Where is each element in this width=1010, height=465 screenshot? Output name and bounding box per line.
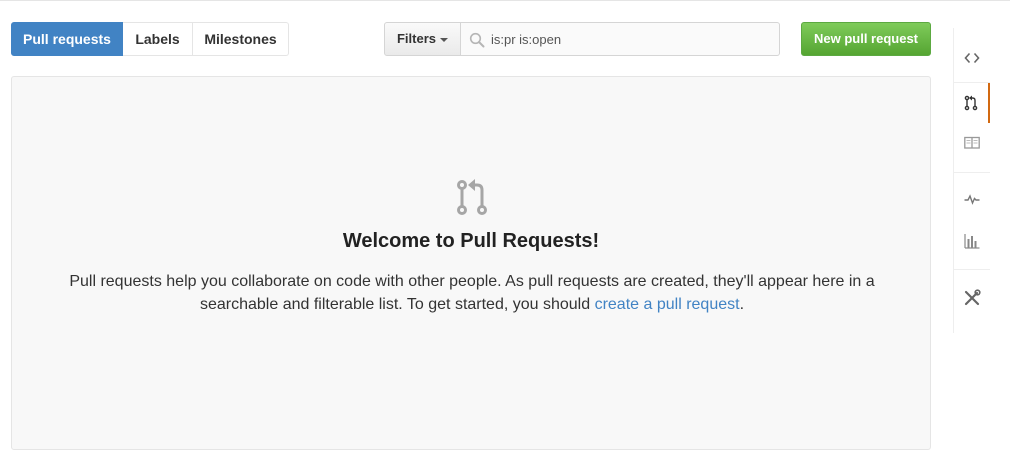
sidebar-item-settings[interactable] bbox=[954, 278, 990, 318]
filters-button[interactable]: Filters bbox=[384, 22, 461, 56]
filter-bar: Filters bbox=[384, 22, 821, 56]
git-pull-request-icon bbox=[457, 179, 487, 215]
caret-down-icon bbox=[440, 37, 448, 42]
search-icon bbox=[469, 32, 485, 48]
tab-pull-requests[interactable]: Pull requests bbox=[11, 22, 123, 56]
sidebar-item-pull-requests[interactable] bbox=[954, 83, 990, 123]
blankslate-description: Pull requests help you collaborate on co… bbox=[62, 270, 882, 316]
tools-icon bbox=[964, 289, 981, 306]
blankslate: Welcome to Pull Requests! Pull requests … bbox=[11, 76, 931, 450]
blankslate-title: Welcome to Pull Requests! bbox=[342, 230, 600, 252]
sidebar-divider bbox=[954, 269, 990, 270]
repo-sidebar-nav bbox=[953, 28, 990, 333]
subnav-tabs: Pull requests Labels Milestones bbox=[11, 22, 289, 56]
search-input[interactable] bbox=[491, 23, 821, 55]
blankslate-text: Pull requests help you collaborate on co… bbox=[69, 273, 875, 313]
top-divider bbox=[0, 0, 1010, 1]
sidebar-item-pulse[interactable] bbox=[954, 179, 990, 219]
filters-button-label: Filters bbox=[396, 31, 436, 46]
book-icon bbox=[964, 136, 980, 149]
tab-milestones[interactable]: Milestones bbox=[193, 22, 289, 56]
pulse-icon bbox=[964, 194, 980, 205]
new-pull-request-button[interactable]: New pull request bbox=[801, 22, 931, 56]
create-pull-request-link[interactable]: create a pull request bbox=[595, 296, 740, 313]
graph-icon bbox=[964, 234, 980, 249]
search-field[interactable] bbox=[461, 22, 821, 56]
code-icon bbox=[964, 52, 980, 64]
sidebar-item-wiki[interactable] bbox=[954, 123, 990, 163]
sidebar-item-graphs[interactable] bbox=[954, 221, 990, 261]
sidebar-divider bbox=[954, 172, 990, 173]
git-pull-request-icon bbox=[964, 95, 978, 111]
blankslate-text-end: . bbox=[739, 296, 745, 313]
sidebar-item-code[interactable] bbox=[954, 38, 990, 78]
tab-labels[interactable]: Labels bbox=[123, 22, 193, 56]
